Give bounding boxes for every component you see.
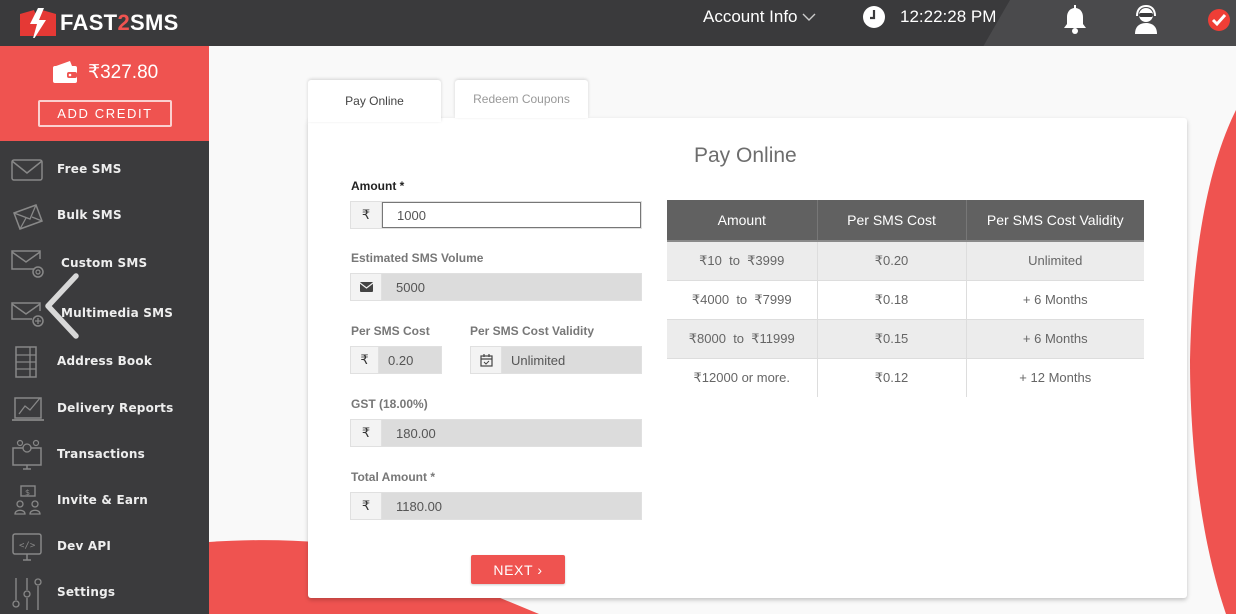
wallet-panel: ₹327.80 ADD CREDIT: [0, 46, 209, 141]
volume-label: Estimated SMS Volume: [351, 251, 484, 265]
gst-value: 180.00: [382, 420, 641, 446]
card-title: Pay Online: [694, 144, 797, 167]
cell-validity: Unlimited: [966, 241, 1144, 281]
rupee-icon: ₹: [351, 202, 382, 228]
svg-text:$: $: [25, 488, 30, 497]
chevron-down-icon: [802, 13, 816, 21]
add-credit-button[interactable]: ADD CREDIT: [38, 100, 172, 127]
wallet-icon: [53, 61, 77, 83]
cell-amount: ₹4000 to ₹7999: [667, 280, 818, 320]
wallet-balance: ₹327.80: [88, 61, 159, 83]
cell-amount: ₹8000 to ₹11999: [667, 319, 818, 359]
per-sms-cost-field: ₹ 0.20: [350, 346, 442, 374]
header-per-sms-cost: Per SMS Cost: [817, 200, 967, 242]
chart-laptop-icon: [12, 397, 44, 421]
validity-value: Unlimited: [502, 347, 641, 373]
amount-label: Amount *: [351, 179, 405, 193]
validity-field: Unlimited: [470, 346, 642, 374]
topbar-diagonal-panel: [983, 0, 1236, 46]
cell-cost: ₹0.15: [817, 319, 967, 359]
clock-icon: [863, 6, 885, 28]
cell-cost: ₹0.18: [817, 280, 967, 320]
table-row: ₹12000 or more. ₹0.12 + 12 Months: [667, 358, 1144, 397]
account-info-dropdown[interactable]: Account Info: [703, 6, 816, 28]
volume-value: 5000: [382, 274, 641, 300]
top-bar: FAST2SMS Account Info 12:22:28 PM: [0, 0, 1236, 46]
cell-validity: + 12 Months: [1019, 370, 1092, 386]
envelope-icon: [11, 159, 43, 181]
brand-logo[interactable]: FAST2SMS: [20, 4, 179, 42]
cell-validity: + 6 Months: [966, 319, 1144, 359]
per-sms-cost-label: Per SMS Cost: [351, 324, 430, 338]
rupee-icon: ₹: [351, 347, 379, 373]
account-info-label: Account Info: [703, 7, 798, 26]
envelope-icon: [351, 274, 382, 300]
sidebar-item-transactions[interactable]: Transactions: [0, 434, 209, 474]
sliders-icon: [12, 578, 42, 610]
brand-name: FAST2SMS: [60, 10, 179, 35]
table-row: ₹4000 to ₹7999 ₹0.18 + 6 Months: [667, 280, 1144, 320]
sidebar-item-settings[interactable]: Settings: [0, 572, 209, 612]
header-validity: Per SMS Cost Validity: [966, 200, 1144, 242]
cell-amount: ₹12000 or more.: [667, 358, 818, 397]
gst-label: GST (18.00%): [351, 397, 428, 411]
rate-table-header: Amount Per SMS Cost Per SMS Cost Validit…: [667, 200, 1144, 242]
cell-cost: ₹0.12: [817, 358, 967, 397]
code-monitor-icon: </>: [12, 533, 42, 561]
table-row: ₹8000 to ₹11999 ₹0.15 + 6 Months: [667, 319, 1144, 359]
monitor-coins-icon: [12, 439, 42, 470]
sidebar-item-dev-api[interactable]: </> Dev API: [0, 526, 209, 566]
notification-bell-icon[interactable]: [1062, 5, 1088, 35]
address-book-icon: [15, 346, 37, 378]
cell-amount: ₹10 to ₹3999: [667, 241, 818, 281]
table-row: ₹10 to ₹3999 ₹0.20 Unlimited: [667, 241, 1144, 281]
total-amount-field: ₹ 1180.00: [350, 492, 642, 520]
referral-icon: $: [14, 485, 41, 515]
sidebar: ₹327.80 ADD CREDIT Free SMS Bulk SMS Cus…: [0, 46, 209, 614]
sidebar-item-bulk-sms[interactable]: Bulk SMS: [0, 195, 209, 235]
rupee-icon: ₹: [351, 420, 382, 446]
header-amount: Amount: [667, 200, 818, 242]
svg-text:</>: </>: [19, 541, 36, 551]
validity-label: Per SMS Cost Validity: [470, 324, 595, 338]
envelopes-icon: [13, 204, 43, 230]
gst-field: ₹ 180.00: [350, 419, 642, 447]
rate-table: Amount Per SMS Cost Per SMS Cost Validit…: [667, 200, 1144, 397]
sidebar-item-custom-sms[interactable]: Custom SMS: [0, 243, 209, 283]
lightning-logo-icon: [20, 8, 56, 38]
pay-online-card: Pay Online Amount * ₹ Estimated SMS Volu…: [308, 118, 1187, 598]
total-amount-value: 1180.00: [382, 493, 641, 519]
decorative-arc-right: [1190, 110, 1236, 614]
cell-cost: ₹0.20: [817, 241, 967, 281]
current-time: 12:22:28 PM: [900, 7, 997, 26]
sidebar-item-delivery-reports[interactable]: Delivery Reports: [0, 388, 209, 428]
rupee-icon: ₹: [351, 493, 382, 519]
calendar-icon: [471, 347, 502, 373]
next-button[interactable]: NEXT ›: [471, 555, 565, 584]
support-agent-icon[interactable]: [1133, 4, 1159, 36]
sidebar-item-free-sms[interactable]: Free SMS: [0, 149, 209, 189]
sidebar-item-invite-earn[interactable]: $ Invite & Earn: [0, 480, 209, 520]
sidebar-item-multimedia-sms[interactable]: Multimedia SMS: [0, 293, 209, 333]
envelope-gear-icon: [11, 250, 44, 278]
sidebar-item-address-book[interactable]: Address Book: [0, 341, 209, 381]
envelope-plus-icon: [11, 302, 44, 327]
amount-input[interactable]: [397, 207, 640, 223]
total-amount-label: Total Amount *: [351, 470, 435, 484]
tab-pay-online[interactable]: Pay Online: [308, 80, 441, 122]
per-sms-cost-value: 0.20: [379, 347, 441, 373]
tab-redeem-coupons[interactable]: Redeem Coupons: [455, 80, 588, 118]
clock: 12:22:28 PM: [862, 5, 996, 29]
amount-input-group: ₹: [350, 201, 642, 229]
volume-field: 5000: [350, 273, 642, 301]
cell-validity: + 6 Months: [966, 280, 1144, 320]
verified-check-icon[interactable]: [1207, 8, 1233, 34]
back-chevron-icon[interactable]: [42, 266, 86, 346]
